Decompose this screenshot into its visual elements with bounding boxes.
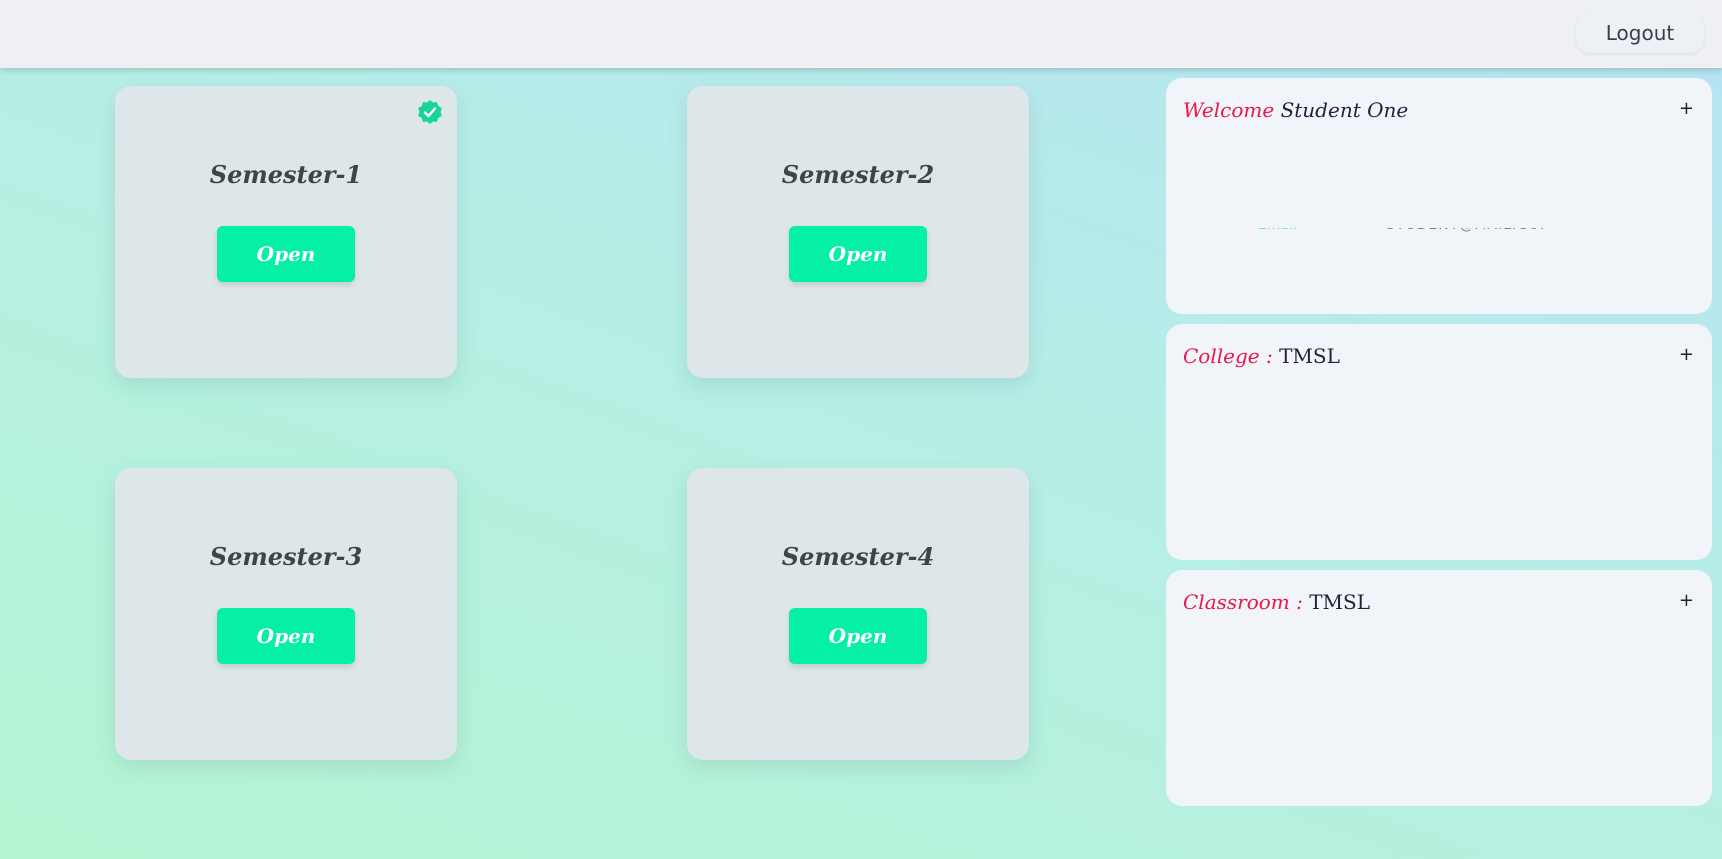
expand-classroom-plus-icon[interactable]: + bbox=[1679, 590, 1694, 611]
clipped-text-fragment: Email bbox=[1258, 228, 1306, 234]
check-badge-icon bbox=[418, 100, 442, 124]
open-semester-button[interactable]: Open bbox=[789, 608, 927, 664]
welcome-label: Welcome bbox=[1183, 98, 1275, 122]
student-name: Student One bbox=[1280, 98, 1409, 122]
welcome-heading: Welcome Student One bbox=[1183, 98, 1408, 122]
semester-card-1: Semester-1 Open bbox=[115, 86, 457, 378]
college-card: College : TMSL + bbox=[1166, 324, 1712, 560]
top-navbar: Logout bbox=[0, 0, 1722, 68]
classroom-value: TMSL bbox=[1309, 590, 1371, 614]
semester-card-2: Semester-2 Open bbox=[687, 86, 1029, 378]
semester-title: Semester-4 bbox=[781, 542, 935, 571]
clipped-text-fragment: STUDENT@MAIL.COM bbox=[1386, 228, 1546, 234]
semester-card-4: Semester-4 Open bbox=[687, 468, 1029, 760]
college-label: College : bbox=[1183, 344, 1273, 368]
expand-college-plus-icon[interactable]: + bbox=[1679, 344, 1694, 365]
expand-welcome-plus-icon[interactable]: + bbox=[1679, 98, 1694, 119]
logout-button[interactable]: Logout bbox=[1576, 13, 1704, 53]
semester-title: Semester-2 bbox=[781, 160, 935, 189]
classroom-heading: Classroom : TMSL bbox=[1183, 590, 1370, 614]
classroom-card: Classroom : TMSL + bbox=[1166, 570, 1712, 806]
semester-title: Semester-1 bbox=[209, 160, 363, 189]
open-semester-button[interactable]: Open bbox=[789, 226, 927, 282]
open-semester-button[interactable]: Open bbox=[217, 226, 355, 282]
college-heading: College : TMSL bbox=[1183, 344, 1340, 368]
welcome-card: Welcome Student One + Email STUDENT@MAIL… bbox=[1166, 78, 1712, 314]
college-value: TMSL bbox=[1279, 344, 1340, 368]
open-semester-button[interactable]: Open bbox=[217, 608, 355, 664]
classroom-label: Classroom : bbox=[1183, 590, 1303, 614]
semester-title: Semester-3 bbox=[209, 542, 363, 571]
semester-card-3: Semester-3 Open bbox=[115, 468, 457, 760]
